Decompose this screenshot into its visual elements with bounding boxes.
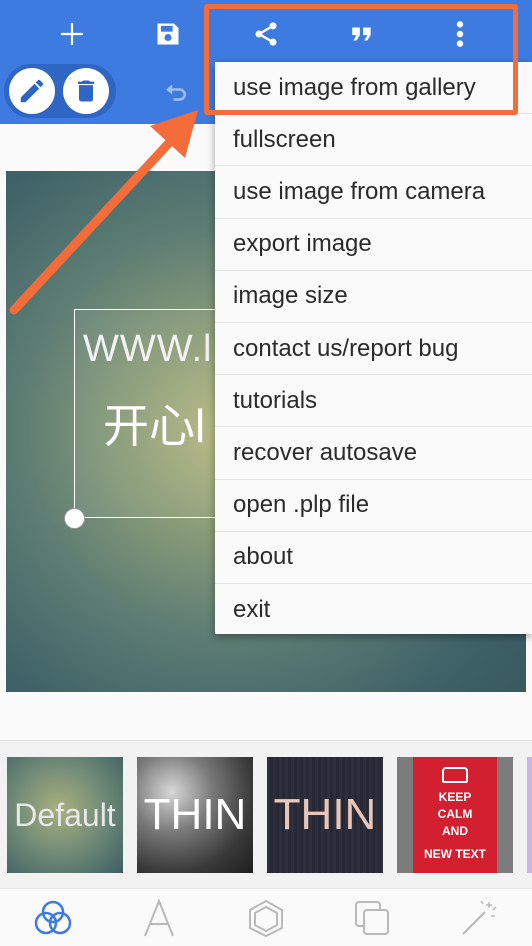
menu-item-tutorials[interactable]: tutorials	[215, 375, 532, 428]
style-thumb-keep-calm[interactable]: KEEP CALM AND NEW TEXT	[397, 757, 513, 873]
thumb-label: THIN	[143, 790, 247, 839]
text-font-icon[interactable]	[134, 895, 184, 941]
menu-item-fullscreen[interactable]: fullscreen	[215, 114, 532, 167]
menu-item-contact-us[interactable]: contact us/report bug	[215, 323, 532, 376]
poster-line: AND	[442, 824, 468, 838]
style-thumb-thin-bokeh[interactable]: THIN	[137, 757, 253, 873]
menu-item-image-size[interactable]: image size	[215, 271, 532, 323]
crown-icon	[442, 767, 468, 783]
magic-wand-icon[interactable]	[454, 895, 504, 941]
app-screen: WWW.l 开心l use image from gallery fullscr…	[0, 0, 532, 946]
thumb-label: THIN	[273, 790, 377, 839]
layers-icon[interactable]	[347, 895, 397, 941]
menu-item-use-image-from-camera[interactable]: use image from camera	[215, 166, 532, 219]
poster-line: CALM	[437, 807, 473, 821]
poster-line: NEW TEXT	[424, 847, 486, 861]
style-thumb-default[interactable]: Default	[7, 757, 123, 873]
menu-item-recover-autosave[interactable]: recover autosave	[215, 427, 532, 480]
menu-item-open-plp-file[interactable]: open .plp file	[215, 480, 532, 532]
thumb-label: Default	[14, 796, 116, 833]
style-thumbnail-strip: Default THIN THIN KEEP CALM AND NEW TEXT	[0, 740, 532, 888]
style-thumb-partial[interactable]	[527, 757, 532, 873]
style-thumb-thin-dark[interactable]: THIN	[267, 757, 383, 873]
overflow-menu: use image from gallery fullscreen use im…	[215, 62, 532, 634]
menu-item-about[interactable]: about	[215, 532, 532, 584]
shape-icon[interactable]	[241, 895, 291, 941]
bottom-navigation	[0, 888, 532, 946]
keep-calm-poster: KEEP CALM AND NEW TEXT	[413, 757, 497, 873]
poster-line: KEEP	[438, 790, 472, 804]
menu-item-use-image-from-gallery[interactable]: use image from gallery	[215, 62, 532, 115]
backgrounds-icon[interactable]	[28, 895, 78, 941]
menu-item-export-image[interactable]: export image	[215, 219, 532, 271]
menu-item-exit[interactable]: exit	[215, 584, 532, 636]
